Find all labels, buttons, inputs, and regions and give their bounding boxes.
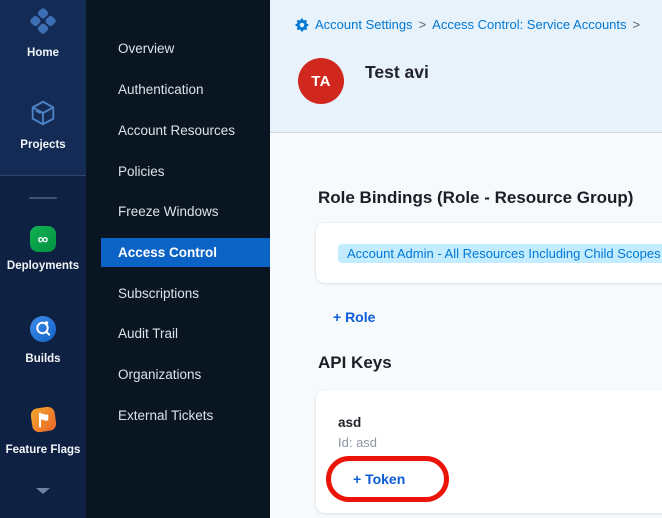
avatar: TA [298, 58, 344, 104]
api-key-name[interactable]: asd [338, 415, 361, 430]
page-header: Account Settings > Access Control: Servi… [270, 0, 662, 133]
settings-nav-authentication[interactable]: Authentication [101, 75, 270, 104]
nav-feature-flags-label: Feature Flags [6, 444, 81, 456]
settings-nav-overview[interactable]: Overview [101, 34, 270, 63]
nav-deployments-label: Deployments [7, 260, 79, 272]
role-bindings-card: Account Admin - All Resources Including … [316, 223, 662, 283]
add-token-button[interactable]: + Token [353, 471, 405, 487]
settings-nav-policies[interactable]: Policies [101, 157, 270, 186]
role-binding-badge[interactable]: Account Admin - All Resources Including … [338, 244, 662, 263]
projects-cube-icon [28, 98, 58, 131]
nav-projects-label: Projects [20, 139, 65, 151]
main-content: Account Settings > Access Control: Servi… [270, 0, 662, 518]
builds-icon [30, 316, 56, 345]
api-key-id: Id: asd [338, 435, 377, 450]
harness-home-icon [28, 6, 58, 39]
nav-builds[interactable]: Builds [0, 316, 86, 365]
settings-nav-access-control[interactable]: Access Control [101, 238, 270, 267]
settings-nav-subscriptions[interactable]: Subscriptions [101, 279, 270, 308]
nav-home[interactable]: Home [0, 6, 86, 59]
rail-divider [29, 197, 57, 199]
gear-icon[interactable] [295, 18, 309, 32]
service-account-name: Test avi [365, 62, 429, 83]
feature-flags-icon [30, 406, 57, 436]
settings-nav-audit-trail[interactable]: Audit Trail [101, 319, 270, 348]
settings-nav-organizations[interactable]: Organizations [101, 360, 270, 389]
nav-home-label: Home [27, 47, 59, 59]
breadcrumb-separator: > [633, 17, 641, 32]
chevron-down-icon[interactable] [36, 488, 50, 494]
api-key-card: asd Id: asd + Token [316, 390, 662, 513]
settings-nav-freeze-windows[interactable]: Freeze Windows [101, 197, 270, 226]
deployments-infinity-icon: ∞ [30, 226, 56, 252]
settings-nav-external-tickets[interactable]: External Tickets [101, 401, 270, 430]
nav-builds-label: Builds [25, 353, 60, 365]
role-binding-badges: Account Admin - All Resources Including … [338, 244, 662, 263]
role-bindings-title: Role Bindings (Role - Resource Group) [318, 188, 633, 208]
settings-nav-account-resources[interactable]: Account Resources [101, 116, 270, 145]
account-settings-nav: Overview Authentication Account Resource… [86, 0, 270, 518]
breadcrumb-access-control-service-accounts[interactable]: Access Control: Service Accounts [432, 17, 626, 32]
breadcrumb-separator: > [419, 17, 427, 32]
nav-projects[interactable]: Projects [0, 98, 86, 151]
add-role-button[interactable]: + Role [333, 309, 375, 325]
breadcrumb-account-settings[interactable]: Account Settings [315, 17, 413, 32]
api-keys-title: API Keys [318, 353, 392, 373]
module-rail: Home Projects ∞ Deployments [0, 0, 86, 518]
nav-deployments[interactable]: ∞ Deployments [0, 226, 86, 272]
nav-feature-flags[interactable]: Feature Flags [0, 406, 86, 456]
breadcrumb: Account Settings > Access Control: Servi… [295, 17, 640, 32]
